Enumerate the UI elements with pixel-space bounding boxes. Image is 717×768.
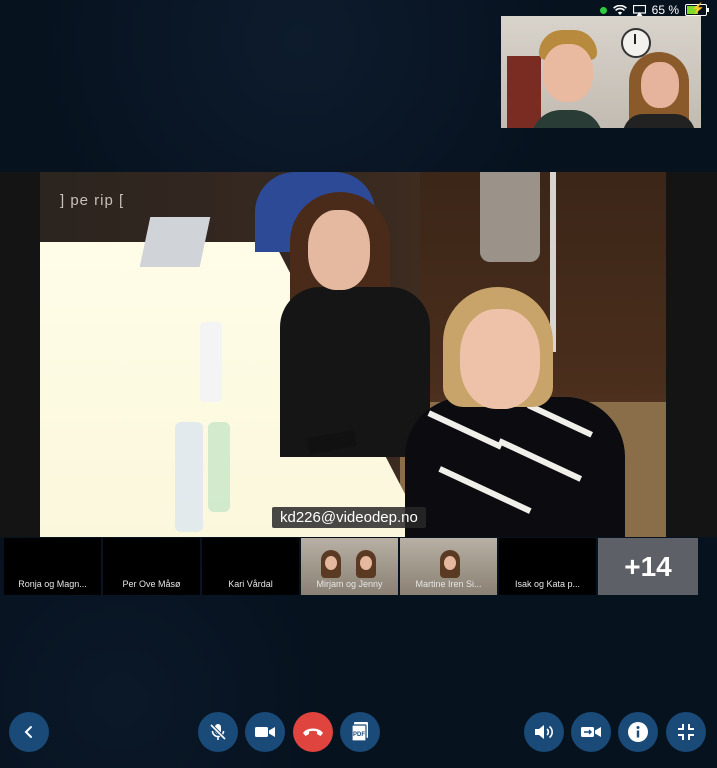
- participant-tile[interactable]: Martine Iren Si...: [400, 538, 497, 595]
- exit-fullscreen-button[interactable]: [666, 712, 706, 752]
- svg-text:PDF: PDF: [353, 732, 365, 738]
- participant-name: Kari Vårdal: [228, 579, 273, 589]
- participant-strip: Ronja og Magn... Per Ove Måsø Kari Vårda…: [4, 538, 704, 595]
- video-caption: kd226@videodep.no: [272, 507, 426, 528]
- mic-off-icon: [209, 723, 227, 741]
- switch-camera-button[interactable]: [571, 712, 611, 752]
- main-speaker-video[interactable]: ] pe rip [ kd226@videodep.no: [40, 172, 666, 537]
- participant-name: Per Ove Måsø: [122, 579, 181, 589]
- participant-tile[interactable]: Isak og Kata p...: [499, 538, 596, 595]
- speaking-participant-figure: [405, 287, 645, 537]
- participant-tile[interactable]: Ronja og Magn...: [4, 538, 101, 595]
- mute-button[interactable]: [198, 712, 238, 752]
- camera-button[interactable]: [245, 712, 285, 752]
- wall-sign-text: ] pe rip [: [60, 192, 125, 209]
- participant-name: Ronja og Magn...: [18, 579, 87, 589]
- info-icon: [628, 722, 648, 742]
- participant-tile[interactable]: Per Ove Måsø: [103, 538, 200, 595]
- participant-name: Mirjam og Jenny: [316, 579, 383, 589]
- screen-mirroring-icon: [632, 4, 646, 16]
- more-participants-button[interactable]: +14: [598, 538, 698, 595]
- main-stage: ] pe rip [ kd226@videodep.no: [0, 172, 717, 537]
- switch-camera-icon: [581, 727, 601, 737]
- wifi-icon: [612, 4, 627, 15]
- phone-hangup-icon: [303, 728, 323, 736]
- participant-name: Isak og Kata p...: [514, 579, 581, 589]
- self-view-person: [619, 52, 699, 128]
- camera-in-use-indicator: [599, 6, 607, 14]
- self-view-video[interactable]: [501, 16, 701, 128]
- battery-icon: ⚡: [685, 3, 709, 16]
- self-view-person: [531, 30, 603, 128]
- participant-tile[interactable]: Mirjam og Jenny: [301, 538, 398, 595]
- video-camera-icon: [255, 727, 275, 737]
- back-button[interactable]: [9, 712, 49, 752]
- hang-up-button[interactable]: [293, 712, 333, 752]
- participant-name: Martine Iren Si...: [415, 579, 482, 589]
- pdf-button[interactable]: PDF: [340, 712, 380, 752]
- participant-tile[interactable]: Kari Vårdal: [202, 538, 299, 595]
- battery-percentage: 65 %: [651, 3, 679, 17]
- speaker-icon: [535, 725, 553, 739]
- info-button[interactable]: [618, 712, 658, 752]
- pdf-icon: PDF: [351, 722, 368, 742]
- speaker-button[interactable]: [524, 712, 564, 752]
- exit-fullscreen-icon: [678, 724, 694, 740]
- chevron-left-icon: [24, 726, 32, 738]
